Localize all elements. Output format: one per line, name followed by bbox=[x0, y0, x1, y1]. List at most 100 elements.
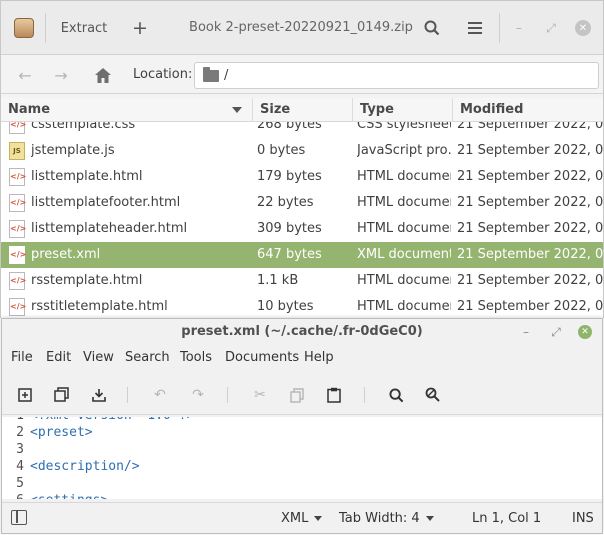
css-file-icon: </> bbox=[9, 122, 26, 134]
file-size: 268 bytes bbox=[257, 122, 322, 132]
file-modified: 21 September 2022, 09:… bbox=[457, 195, 603, 210]
file-type: HTML document bbox=[357, 169, 451, 184]
menu-view[interactable]: View bbox=[83, 350, 114, 365]
file-size: 309 bytes bbox=[257, 221, 322, 236]
html-file-icon: </> bbox=[9, 220, 26, 238]
add-files-button[interactable]: + bbox=[123, 11, 157, 45]
editor-minimize-button[interactable]: – bbox=[516, 322, 536, 342]
language-selector[interactable]: XML bbox=[281, 511, 323, 526]
file-size: 22 bytes bbox=[257, 195, 314, 210]
folder-icon bbox=[203, 67, 219, 82]
header-separator bbox=[45, 13, 46, 43]
html-file-icon: </> bbox=[9, 272, 26, 290]
file-type: JavaScript pro… bbox=[357, 143, 451, 158]
file-modified: 21 September 2022, 09:… bbox=[457, 273, 603, 288]
file-type: HTML document bbox=[357, 273, 451, 288]
toolbar-separator bbox=[364, 387, 365, 403]
paste-button[interactable] bbox=[323, 384, 345, 406]
search-icon bbox=[388, 387, 403, 402]
table-row[interactable]: </> rsstemplate.html 1.1 kB HTML document 21… bbox=[1, 268, 603, 294]
menu-help[interactable]: Help bbox=[304, 350, 334, 365]
close-button[interactable]: ✕ bbox=[575, 20, 591, 36]
find-button[interactable] bbox=[385, 384, 407, 406]
open-document-button[interactable] bbox=[51, 384, 73, 406]
file-name: jstemplate.js bbox=[31, 143, 115, 158]
editor-close-button[interactable]: ✕ bbox=[578, 325, 592, 339]
editor-toolbar: ↶ ↷ ✂ bbox=[2, 375, 602, 415]
table-row[interactable]: JS jstemplate.js 0 bytes JavaScript pro… 21 … bbox=[1, 138, 603, 164]
file-type: XML document bbox=[357, 247, 451, 262]
line-number: 5 bbox=[16, 476, 24, 491]
location-bar: ← → Location: / bbox=[1, 56, 603, 94]
editor-text-area[interactable]: 1 <?xml version="1.0"?> 2 <preset> 3 4 <descri… bbox=[2, 417, 602, 499]
save-button[interactable] bbox=[88, 384, 110, 406]
menu-documents[interactable]: Documents bbox=[225, 350, 299, 365]
home-button[interactable] bbox=[91, 64, 115, 86]
file-name: preset.xml bbox=[31, 247, 101, 262]
table-row[interactable]: </> csstemplate.css 268 bytes CSS styleshee… bbox=[1, 122, 603, 138]
file-name: csstemplate.css bbox=[31, 122, 136, 132]
html-file-icon: </> bbox=[9, 194, 26, 212]
column-modified-label: Modified bbox=[460, 102, 524, 117]
file-name: rsstitletemplate.html bbox=[31, 299, 168, 314]
cut-button[interactable]: ✂ bbox=[249, 384, 271, 406]
tab-width-selector[interactable]: Tab Width: 4 bbox=[339, 511, 434, 526]
redo-button[interactable]: ↷ bbox=[187, 384, 209, 406]
new-document-button[interactable] bbox=[14, 384, 36, 406]
forward-button[interactable]: → bbox=[49, 64, 73, 86]
location-value: / bbox=[224, 68, 229, 83]
insert-mode-indicator[interactable]: INS bbox=[572, 511, 594, 526]
xml-file-icon: </> bbox=[9, 246, 26, 264]
minimize-icon: – bbox=[523, 325, 529, 339]
code-line: <description/> bbox=[30, 459, 140, 474]
menu-edit[interactable]: Edit bbox=[46, 350, 71, 365]
line-number: 2 bbox=[16, 425, 24, 440]
maximize-button[interactable]: ⤢ bbox=[541, 18, 561, 38]
code-line: <settings> bbox=[30, 493, 108, 499]
side-panel-toggle-icon[interactable] bbox=[11, 510, 27, 525]
copy-button[interactable] bbox=[286, 384, 308, 406]
menu-search[interactable]: Search bbox=[125, 350, 170, 365]
maximize-icon: ⤢ bbox=[546, 20, 556, 35]
editor-maximize-button[interactable]: ⤢ bbox=[546, 322, 566, 342]
archive-header-bar: Extract + Book 2-preset-20220921_0149.zi… bbox=[1, 1, 603, 55]
copy-documents-icon bbox=[54, 387, 69, 402]
extract-button[interactable]: Extract bbox=[47, 11, 121, 45]
cursor-position: Ln 1, Col 1 bbox=[472, 511, 542, 526]
menu-file[interactable]: File bbox=[11, 350, 33, 365]
table-row[interactable]: </> rsstitletemplate.html 10 bytes HTML doc… bbox=[1, 294, 603, 318]
editor-window-title: preset.xml (~/.cache/.fr-0dGeC0) bbox=[181, 324, 423, 339]
column-header-size[interactable]: Size bbox=[253, 98, 353, 122]
menu-tools[interactable]: Tools bbox=[180, 350, 212, 365]
code-line: <preset> bbox=[30, 425, 93, 440]
table-row[interactable]: </> preset.xml 647 bytes XML document 21 Sep… bbox=[1, 242, 603, 268]
archive-app-icon[interactable] bbox=[9, 11, 39, 45]
file-size: 179 bytes bbox=[257, 169, 322, 184]
search-icon bbox=[424, 20, 440, 36]
editor-menu-bar: File Edit View Search Tools Documents He… bbox=[2, 347, 602, 371]
undo-button[interactable]: ↶ bbox=[149, 384, 171, 406]
file-name: listtemplate.html bbox=[31, 169, 143, 184]
location-field[interactable]: / bbox=[194, 62, 599, 89]
file-list: </> csstemplate.css 268 bytes CSS styleshee… bbox=[1, 122, 603, 318]
arrow-right-icon: → bbox=[54, 65, 68, 85]
table-row[interactable]: </> listtemplatefooter.html 22 bytes HTML d… bbox=[1, 190, 603, 216]
main-menu-button[interactable] bbox=[458, 11, 492, 45]
back-button[interactable]: ← bbox=[13, 64, 37, 86]
copy-icon bbox=[290, 387, 304, 403]
toolbar-separator bbox=[127, 387, 128, 403]
column-header-name[interactable]: Name bbox=[1, 98, 253, 122]
file-type: HTML document bbox=[357, 221, 451, 236]
search-button[interactable] bbox=[415, 11, 449, 45]
chevron-down-icon bbox=[425, 516, 434, 521]
find-replace-button[interactable] bbox=[422, 384, 444, 406]
column-header-modified[interactable]: Modified bbox=[453, 98, 603, 122]
file-size: 0 bytes bbox=[257, 143, 306, 158]
js-file-icon: JS bbox=[9, 142, 25, 160]
column-type-label: Type bbox=[360, 102, 394, 117]
minimize-button[interactable]: – bbox=[509, 18, 529, 38]
file-modified: 21 September 2022, 09:… bbox=[457, 143, 603, 158]
table-row[interactable]: </> listtemplate.html 179 bytes HTML docume… bbox=[1, 164, 603, 190]
table-row[interactable]: </> listtemplateheader.html 309 bytes HTML … bbox=[1, 216, 603, 242]
column-header-type[interactable]: Type bbox=[353, 98, 453, 122]
